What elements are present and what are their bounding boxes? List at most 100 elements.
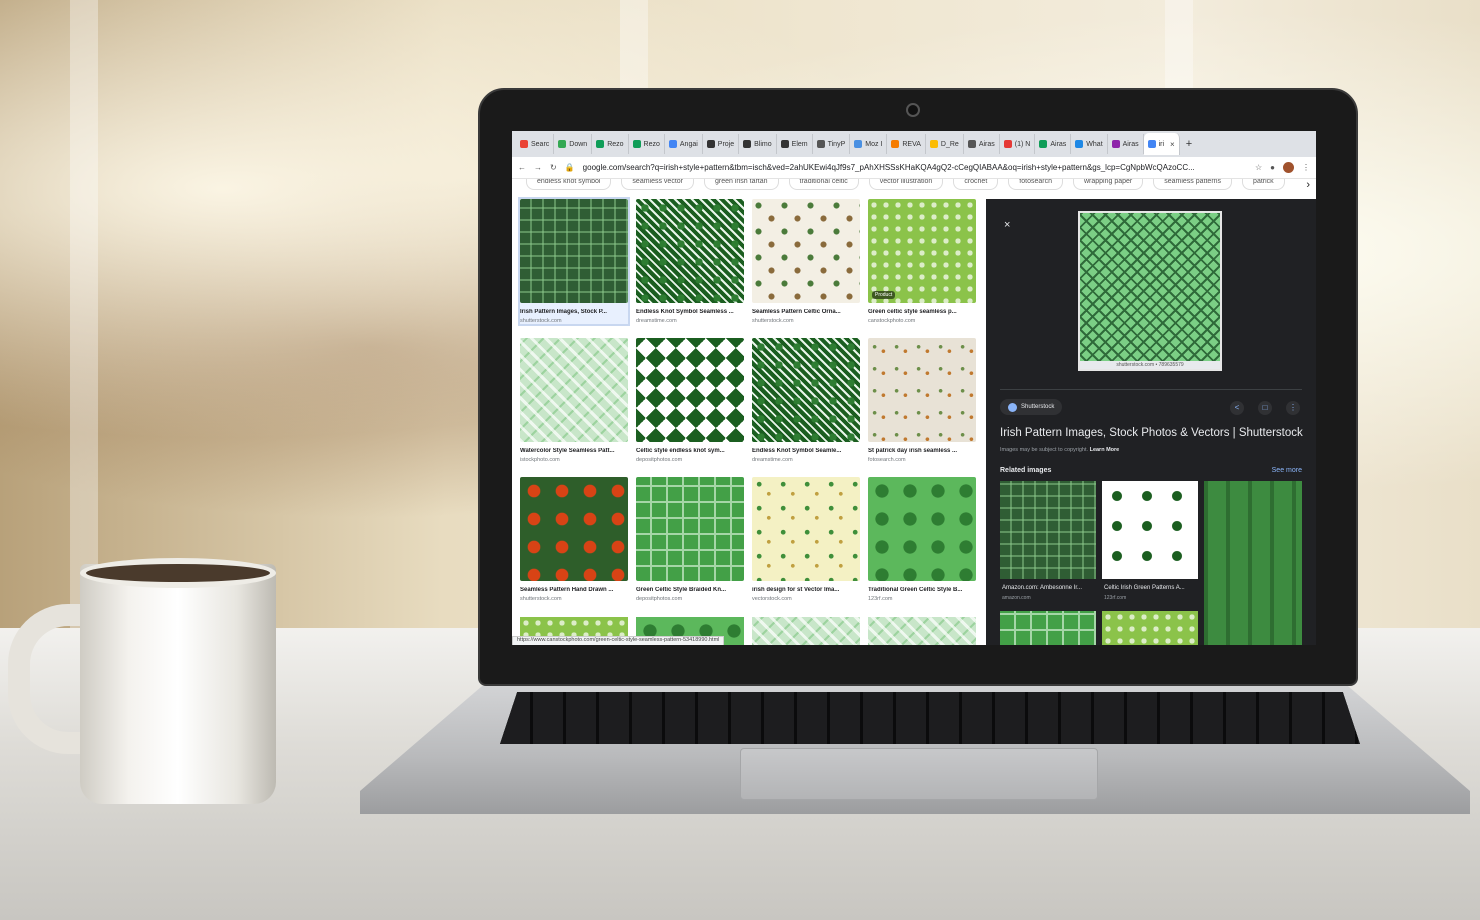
result-thumbnail[interactable] <box>868 338 976 442</box>
image-result[interactable]: Product Green celtic style seamless p... c… <box>868 199 976 324</box>
search-chip[interactable]: vector illustration <box>868 179 944 190</box>
browser-tab[interactable]: Proje <box>703 134 740 154</box>
preview-image[interactable]: shutterstock.com • 789635579 <box>1078 211 1222 371</box>
share-icon[interactable]: < <box>1230 401 1244 415</box>
keyboard[interactable] <box>500 692 1360 744</box>
browser-tab[interactable]: Blimo <box>739 134 777 154</box>
see-more-link[interactable]: See more <box>1272 467 1302 474</box>
result-thumbnail[interactable] <box>636 199 744 303</box>
lock-icon[interactable]: 🔒 <box>565 163 575 172</box>
result-title[interactable]: Green Celtic Style Braided Kn... <box>636 587 744 593</box>
tab-label: Airas <box>1122 140 1139 148</box>
preview-caption: shutterstock.com • 789635579 <box>1080 361 1220 369</box>
result-thumbnail[interactable] <box>636 338 744 442</box>
result-thumbnail[interactable] <box>752 617 860 645</box>
result-thumbnail[interactable] <box>868 617 976 645</box>
panel-title[interactable]: Irish Pattern Images, Stock Photos & Vec… <box>1000 427 1303 439</box>
result-title[interactable]: Endless Knot Symbol Seamle... <box>752 448 860 454</box>
image-result[interactable]: St patrick day irish seamless ... fotosea… <box>868 338 976 463</box>
image-result[interactable]: Watercolor Style Seamless Patt... istockp… <box>520 338 628 463</box>
source-chip[interactable]: Shutterstock <box>1000 399 1063 415</box>
url-field[interactable]: google.com/search?q=irish+style+pattern&… <box>583 163 1247 172</box>
search-chip[interactable]: seamless patterns <box>1153 179 1233 190</box>
result-title[interactable]: Endless Knot Symbol Seamless ... <box>636 309 744 315</box>
image-result[interactable]: Celtic style endless knot sym... depositp… <box>636 338 744 463</box>
search-chip[interactable]: green irish tartan <box>704 179 779 190</box>
result-title[interactable]: Green celtic style seamless p... <box>868 309 976 315</box>
avatar[interactable] <box>1283 162 1294 173</box>
browser-tab[interactable]: TinyP <box>813 134 851 154</box>
menu-icon[interactable]: ⋮ <box>1302 163 1310 172</box>
result-thumbnail[interactable] <box>868 477 976 581</box>
browser-tab[interactable]: Moz I <box>850 134 888 154</box>
browser-tab[interactable]: D_Re <box>926 134 964 154</box>
browser-tab[interactable]: What <box>1071 134 1108 154</box>
browser-tab[interactable]: Down <box>554 134 593 154</box>
bookmark-icon[interactable]: □ <box>1258 401 1272 415</box>
result-title[interactable]: St patrick day irish seamless ... <box>868 448 976 454</box>
search-chip[interactable]: endless knot symbol <box>526 179 612 190</box>
browser-tab[interactable]: Rezo <box>592 134 629 154</box>
back-icon[interactable]: ← <box>518 163 526 172</box>
browser-tab[interactable]: Airas <box>1035 134 1072 154</box>
result-thumbnail[interactable]: Product <box>868 199 976 303</box>
related-image-1[interactable] <box>1000 481 1096 579</box>
image-result[interactable]: Seamless Pattern Hand Drawn ... shutterst… <box>520 477 628 602</box>
result-thumbnail[interactable] <box>752 477 860 581</box>
result-title[interactable]: Watercolor Style Seamless Patt... <box>520 448 628 454</box>
browser-tab[interactable]: Airas <box>964 134 1000 154</box>
result-thumbnail[interactable] <box>752 338 860 442</box>
result-title[interactable]: Traditional Green Celtic Style B... <box>868 587 976 593</box>
reload-icon[interactable]: ↻ <box>550 163 557 172</box>
browser-tab[interactable]: (1) N <box>1000 134 1036 154</box>
browser-tab[interactable]: Airas <box>1108 134 1144 154</box>
related-title-2[interactable]: Celtic Irish Green Patterns A... <box>1104 585 1185 591</box>
result-thumbnail[interactable] <box>520 477 628 581</box>
close-icon[interactable]: × <box>1004 219 1010 231</box>
browser-tab[interactable]: Angai <box>665 134 703 154</box>
result-title[interactable]: Seamless Pattern Celtic Orna... <box>752 309 860 315</box>
result-thumbnail[interactable] <box>520 338 628 442</box>
chevron-right-icon[interactable]: › <box>1306 179 1310 191</box>
image-result[interactable]: Green Celtic Style Braided Kn... depositp… <box>636 477 744 602</box>
result-thumbnail[interactable] <box>752 199 860 303</box>
result-title[interactable]: Seamless Pattern Hand Drawn ... <box>520 587 628 593</box>
related-image-4[interactable] <box>1000 611 1096 645</box>
image-result[interactable]: Endless Knot Symbol Seamless ... dreamsti… <box>636 199 744 324</box>
image-result[interactable]: irish design for st Vector Ima... vectors… <box>752 477 860 602</box>
image-result[interactable]: Endless Knot Symbol Seamle... dreamstime.… <box>752 338 860 463</box>
result-title[interactable]: Irish Pattern Images, Stock P... <box>520 309 628 315</box>
trackpad[interactable] <box>740 748 1098 800</box>
related-image-2[interactable] <box>1102 481 1198 579</box>
image-result[interactable]: Traditional Green Celtic Style B... 123rf… <box>868 477 976 602</box>
browser-tab[interactable]: Elem <box>777 134 813 154</box>
new-tab-button[interactable]: + <box>1180 138 1198 150</box>
search-chip[interactable]: fotosearch <box>1008 179 1063 190</box>
close-tab-icon[interactable]: × <box>1170 140 1175 149</box>
search-chip[interactable]: crochet <box>953 179 999 190</box>
image-result[interactable]: Seamless Pattern Celtic Orna... shutterst… <box>752 199 860 324</box>
browser-tab[interactable]: iri × <box>1143 133 1180 155</box>
search-chip[interactable]: patrick <box>1242 179 1285 190</box>
browser-tab[interactable]: REVA <box>887 134 926 154</box>
camera-icon[interactable]: ● <box>1270 163 1275 172</box>
result-title[interactable]: Celtic style endless knot sym... <box>636 448 744 454</box>
tab-label: Airas <box>1050 140 1067 148</box>
related-image-5[interactable] <box>1102 611 1198 645</box>
related-image-3[interactable] <box>1204 481 1302 645</box>
search-chip[interactable]: wrapping paper <box>1072 179 1144 190</box>
related-title-1[interactable]: Amazon.com: Ambesonne Ir... <box>1002 585 1082 591</box>
forward-icon[interactable]: → <box>534 163 542 172</box>
search-chip[interactable]: seamless vector <box>621 179 694 190</box>
more-icon[interactable]: ⋮ <box>1286 401 1300 415</box>
browser-tab[interactable]: Searc <box>516 134 555 154</box>
image-result[interactable]: Irish Pattern Images, Stock P... shutters… <box>518 197 630 326</box>
result-title[interactable]: irish design for st Vector Ima... <box>752 587 860 593</box>
result-thumbnail[interactable] <box>636 477 744 581</box>
browser-tab[interactable]: Rezo <box>629 134 665 154</box>
star-icon[interactable]: ☆ <box>1255 163 1262 172</box>
learn-more-link[interactable]: Learn More <box>1090 447 1120 453</box>
result-thumbnail[interactable] <box>520 199 628 303</box>
tab-label: iri <box>1158 140 1165 148</box>
search-chip[interactable]: traditional celtic <box>788 179 859 190</box>
